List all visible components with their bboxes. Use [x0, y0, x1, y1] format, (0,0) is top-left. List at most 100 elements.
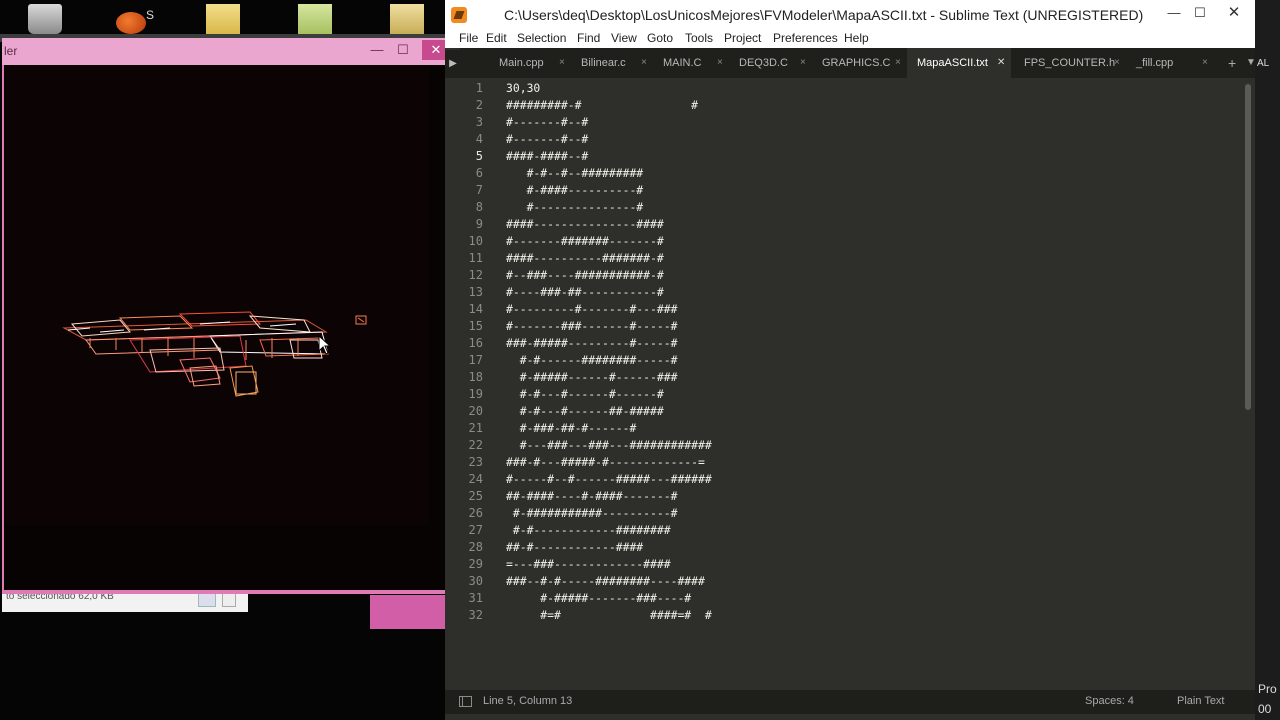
new-tab-plus-icon[interactable]: +	[1228, 48, 1244, 78]
tab-close-icon[interactable]: ×	[559, 48, 565, 78]
code-line[interactable]: #-###########----------#	[506, 505, 678, 522]
line-number: 9	[475, 217, 483, 231]
code-line[interactable]: ####-####--#	[506, 148, 588, 165]
tab-close-icon[interactable]: ×	[1114, 48, 1120, 78]
sublime-titlebar[interactable]: C:\Users\deq\Desktop\LosUnicosMejores\FV…	[445, 0, 1280, 30]
code-line[interactable]: #-------#######-------#	[506, 233, 664, 250]
tab-label: MAIN.C	[663, 57, 702, 69]
tab-close-icon[interactable]: ×	[1202, 48, 1208, 78]
code-line[interactable]: #---------------#	[506, 199, 644, 216]
viewport-canvas[interactable]	[4, 65, 429, 525]
code-line[interactable]: #-#--#--#########	[506, 165, 644, 182]
editor-area[interactable]: 1 2 3 4 5 6 7 8 9 10 11 12 13 14 15 16 17 18 19 20 21 22 23 24 2…	[445, 78, 1255, 690]
close-button[interactable]: ✕	[1221, 4, 1247, 24]
line-number-gutter: 1 2 3 4 5 6 7 8 9 10 11 12 13 14 15 16 17 18 19 20 21 22 23 24 2…	[445, 78, 495, 690]
code-line[interactable]: #-------#--#	[506, 131, 588, 148]
menu-edit[interactable]: Edit	[486, 31, 507, 45]
minimize-button[interactable]: —	[1161, 4, 1187, 24]
code-line[interactable]: #-#---#------##-#####	[506, 403, 664, 420]
code-line[interactable]: =---###-------------####	[506, 556, 671, 573]
code-line[interactable]: #-#------------########	[506, 522, 671, 539]
status-bar: Line 5, Column 13 Spaces: 4 Plain Text	[445, 690, 1280, 714]
right-edge-window-fragment: AL Pro 00	[1255, 0, 1280, 720]
maximize-button[interactable]: ☐	[1187, 4, 1213, 24]
line-number: 28	[468, 540, 483, 554]
tab-close-icon[interactable]: ×	[717, 48, 723, 78]
menu-goto[interactable]: Goto	[647, 31, 673, 45]
menu-find[interactable]: Find	[577, 31, 600, 45]
line-number: 15	[468, 319, 483, 333]
code-line[interactable]: ##-####----#-####-------#	[506, 488, 677, 505]
menu-tools[interactable]: Tools	[685, 31, 713, 45]
tab-fps-counter-h[interactable]: FPS_COUNTER.h ×	[1014, 48, 1126, 78]
code-line[interactable]: ###--#-#-----########----####	[506, 573, 705, 590]
code-line[interactable]: #---------#-------#---###	[506, 301, 677, 318]
code-line[interactable]: #=# ####=# #	[506, 607, 711, 624]
code-line[interactable]: #-###-##-#------#	[506, 420, 637, 437]
line-number: 30	[468, 574, 483, 588]
modeler-titlebar[interactable]: ler — ☐ ✕	[2, 38, 460, 65]
tab-close-icon[interactable]: ×	[800, 48, 806, 78]
code-line[interactable]: #---###---###---############	[506, 437, 712, 454]
tab-close-icon[interactable]: ✕	[997, 48, 1005, 78]
menu-preferences[interactable]: Preferences	[773, 31, 838, 45]
tab-bar: Main.cpp × Bilinear.c × MAIN.C × DEQ3D.C…	[460, 48, 1280, 78]
tab-main-cpp[interactable]: Main.cpp ×	[489, 48, 571, 78]
code-line[interactable]: #-#------########-----#	[506, 352, 678, 369]
recycle-bin-icon[interactable]	[28, 4, 62, 34]
code-line[interactable]: ###-#---#####-#-------------=	[506, 454, 705, 471]
line-number: 13	[468, 285, 483, 299]
tab-fill-cpp[interactable]: _fill.cpp ×	[1126, 48, 1214, 78]
line-number: 19	[468, 387, 483, 401]
indentation-setting[interactable]: Spaces: 4	[1085, 695, 1134, 707]
tab-scroll-left-icon[interactable]: ▶	[445, 50, 461, 78]
tab-close-icon[interactable]: ×	[895, 48, 901, 78]
line-number: 11	[468, 251, 483, 265]
code-line[interactable]: #-----#--#------#####---######	[506, 471, 712, 488]
code-line[interactable]: ####---------------####	[506, 216, 664, 233]
code-line[interactable]: #-#####-------###----#	[506, 590, 691, 607]
tab-deq3d-c[interactable]: DEQ3D.C ×	[729, 48, 812, 78]
line-number: 5	[475, 149, 483, 163]
tab-graphics-c[interactable]: GRAPHICS.C ×	[812, 48, 907, 78]
code-line[interactable]: #--###----###########-#	[506, 267, 664, 284]
folder-icon[interactable]	[206, 4, 240, 34]
line-number: 29	[468, 557, 483, 571]
code-line[interactable]: #----###-##-----------#	[506, 284, 664, 301]
line-number: 14	[468, 302, 483, 316]
menu-help[interactable]: Help	[844, 31, 869, 45]
maximize-button[interactable]: ☐	[390, 40, 416, 60]
panel-toggle-icon[interactable]	[459, 696, 472, 707]
tab-bilinear-c[interactable]: Bilinear.c ×	[571, 48, 653, 78]
code-line[interactable]: #-####----------#	[506, 182, 644, 199]
tab-close-icon[interactable]: ×	[641, 48, 647, 78]
tab-label: Main.cpp	[499, 57, 544, 69]
syntax-mode[interactable]: Plain Text	[1177, 695, 1225, 707]
code-line[interactable]: ####----------#######-#	[506, 250, 664, 267]
details-view-icon[interactable]	[198, 593, 216, 607]
line-number: 16	[468, 336, 483, 350]
3d-viewport[interactable]	[4, 65, 454, 590]
code-line[interactable]: ##-#------------####	[506, 539, 643, 556]
code-line[interactable]: #-#---#------#------#	[506, 386, 664, 403]
tiles-view-icon[interactable]	[222, 593, 236, 607]
code-line[interactable]: #-------#--#	[506, 114, 588, 131]
menu-view[interactable]: View	[611, 31, 637, 45]
app-shortcut-icon[interactable]	[116, 12, 146, 34]
code-line[interactable]: #-#####------#------###	[506, 369, 678, 386]
menu-file[interactable]: File	[459, 31, 478, 45]
edge-text: 00	[1258, 702, 1272, 716]
code-line[interactable]: #-------###-------#-----#	[506, 318, 677, 335]
vertical-scrollbar[interactable]	[1245, 84, 1251, 410]
code-line[interactable]: ###-#####---------#-----#	[506, 335, 677, 352]
tab-main-c[interactable]: MAIN.C ×	[653, 48, 729, 78]
code-line[interactable]: #########-# #	[506, 97, 698, 114]
tab-label: GRAPHICS.C	[822, 57, 891, 69]
minimize-button[interactable]: —	[364, 40, 390, 60]
menu-selection[interactable]: Selection	[517, 31, 566, 45]
tab-mapaascii-txt[interactable]: MapaASCII.txt ✕	[907, 48, 1011, 78]
folder-icon[interactable]	[298, 4, 332, 34]
folder-icon[interactable]	[390, 4, 424, 34]
menu-project[interactable]: Project	[724, 31, 761, 45]
code-line[interactable]: 30,30	[506, 80, 540, 97]
